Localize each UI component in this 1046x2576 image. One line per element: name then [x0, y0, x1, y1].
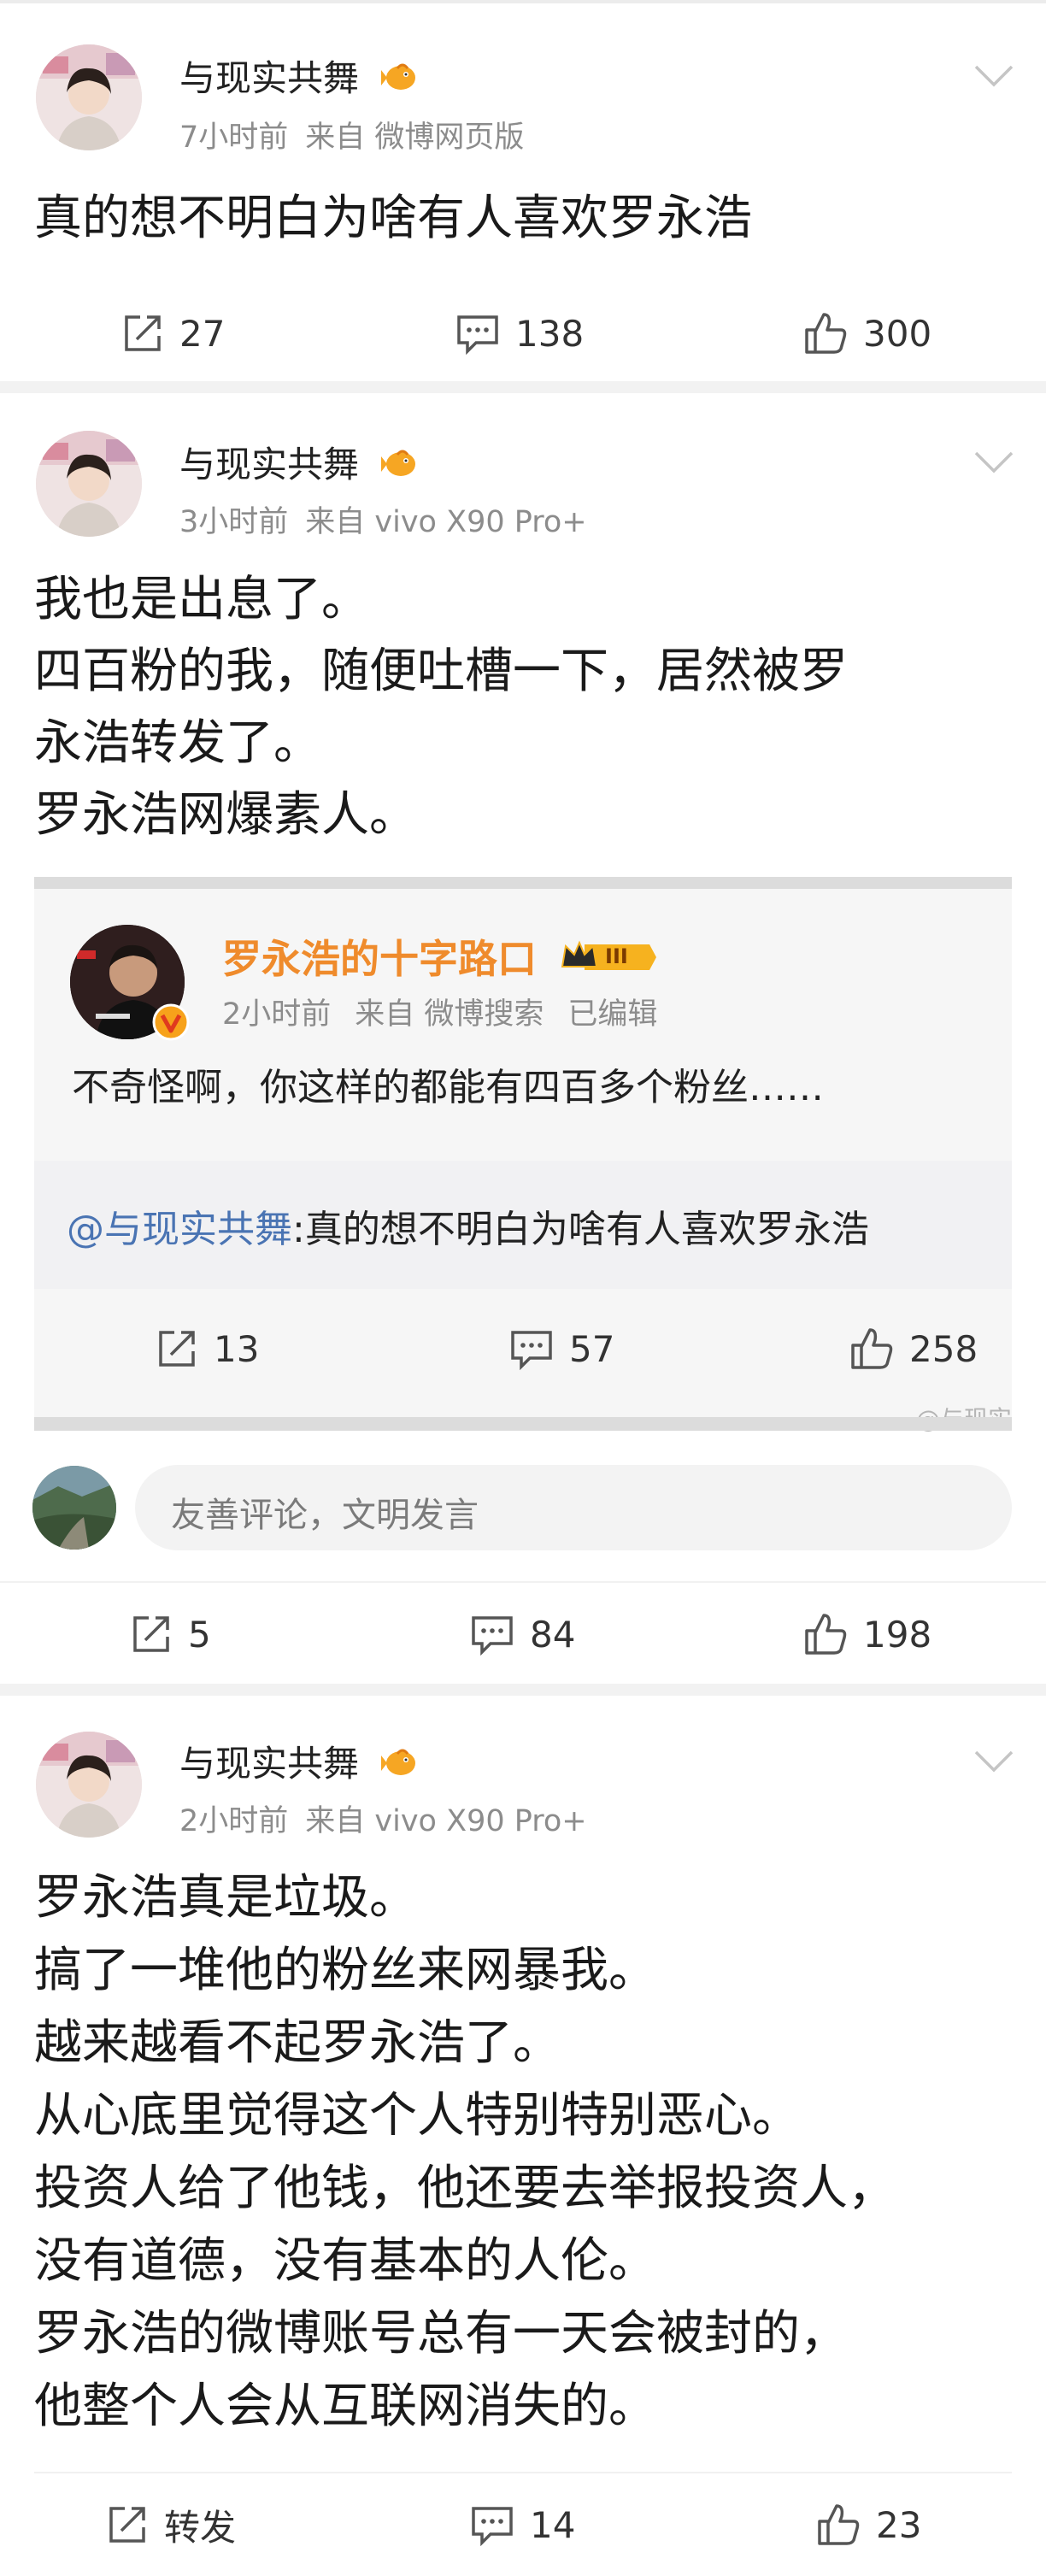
repost-label: 转发	[164, 2506, 237, 2549]
thumbs-up-icon	[805, 1614, 847, 1655]
post-time: 7小时前	[179, 121, 289, 155]
comment-count: 14	[530, 2503, 576, 2546]
post-3: 与现实共舞 2小时前 来自 vivo X90 Pro+ 罗永浩真是垃圾。 搞了一堆…	[0, 1696, 1046, 2574]
comment-icon	[472, 2507, 513, 2546]
repost-button[interactable]: 5	[130, 1583, 211, 1685]
post-time: 3小时前	[179, 505, 289, 539]
repost-meta: 2小时前 来自 微博搜索 已编辑	[222, 990, 681, 1033]
repost-source: 来自 微博搜索	[355, 997, 544, 1032]
post-1: 与现实共舞 7小时前 来自 微博网页版 真的想不明白为啥有人喜欢罗永浩 27 13…	[0, 3, 1046, 381]
like-count: 258	[909, 1327, 978, 1370]
post-text: 我也是出息了。 四百粉的我，随便吐槽一下，居然被罗 永浩转发了。 罗永浩网爆素人…	[34, 572, 848, 843]
repost-count: 27	[179, 312, 226, 355]
comment-count: 138	[515, 312, 585, 355]
repost-actions: 13 57 258	[34, 1289, 1012, 1417]
comment-button[interactable]: 84	[470, 1583, 575, 1685]
repost-repost-button[interactable]: 13	[156, 1289, 259, 1409]
post-actions: 27 138 300	[0, 282, 1046, 385]
comment-placeholder: 友善评论，文明发言	[171, 1496, 479, 1535]
post-meta: 3小时前 来自 vivo X90 Pro+	[179, 497, 604, 541]
repost-count: 13	[214, 1327, 260, 1370]
comment-input-row: 友善评论，文明发言	[0, 1456, 1046, 1559]
post-source: 来自 vivo X90 Pro+	[305, 1804, 587, 1838]
repost-icon	[133, 1616, 169, 1652]
repost-like-button[interactable]: 258	[849, 1289, 978, 1409]
username-text[interactable]: 与现实共舞	[179, 57, 359, 99]
like-button[interactable]: 198	[803, 1583, 931, 1685]
repost-username[interactable]: 罗永浩的十字路口 III	[222, 928, 658, 986]
original-post-quote[interactable]: @与现实共舞:真的想不明白为啥有人喜欢罗永浩	[34, 1161, 1012, 1289]
avatar[interactable]	[36, 44, 142, 150]
post-meta: 2小时前 来自 vivo X90 Pro+	[179, 1797, 604, 1840]
member-crown-icon: III	[559, 938, 658, 986]
post-actions: 5 84 198	[0, 1583, 1046, 1685]
username-text[interactable]: 与现实共舞	[179, 1743, 359, 1785]
chevron-down-icon[interactable]	[973, 450, 1015, 475]
repost-button[interactable]: 27	[121, 282, 225, 385]
repost-card[interactable]: 罗永浩的十字路口 III 2小时前 来自 微博搜索 已编辑 不奇怪啊，你这样的都能有…	[34, 877, 1012, 1433]
repost-icon	[125, 315, 161, 351]
like-count: 23	[876, 2503, 922, 2546]
thumbs-up-icon	[851, 1328, 893, 1369]
post-actions: 转发 14 23	[0, 2473, 1046, 2576]
repost-time: 2小时前	[222, 997, 332, 1032]
post-2: 与现实共舞 3小时前 来自 vivo X90 Pro+ 我也是出息了。 四百粉的我…	[0, 393, 1046, 1684]
repost-comment-button[interactable]: 57	[509, 1289, 614, 1409]
mention-link[interactable]: @与现实共舞	[67, 1208, 292, 1251]
like-button[interactable]: 23	[816, 2473, 921, 2576]
original-post-text: @与现实共舞:真的想不明白为啥有人喜欢罗永浩	[67, 1198, 869, 1253]
like-count: 198	[863, 1613, 932, 1656]
post-time: 2小时前	[179, 1804, 289, 1838]
edited-label: 已编辑	[567, 997, 658, 1032]
comment-count: 57	[569, 1327, 615, 1370]
chevron-down-icon[interactable]	[973, 63, 1015, 89]
my-avatar[interactable]	[32, 1466, 116, 1550]
fan-badge-icon	[380, 1745, 420, 1788]
post-source: 来自 微博网页版	[305, 121, 525, 155]
repost-icon	[109, 2507, 145, 2543]
post-divider	[0, 1684, 1046, 1696]
post-meta: 7小时前 来自 微博网页版	[179, 113, 541, 156]
repost-count: 5	[188, 1613, 211, 1656]
repost-icon	[159, 1331, 195, 1367]
comment-input[interactable]: 友善评论，文明发言	[135, 1465, 1012, 1550]
comment-button[interactable]: 14	[470, 2473, 575, 2576]
repost-text: 不奇怪啊，你这样的都能有四百多个粉丝……	[72, 1066, 824, 1109]
thumbs-up-icon	[818, 2504, 860, 2545]
post-text: 真的想不明白为啥有人喜欢罗永浩	[34, 191, 752, 246]
like-button[interactable]: 300	[803, 282, 931, 385]
like-count: 300	[863, 312, 932, 355]
chevron-down-icon[interactable]	[973, 1749, 1015, 1774]
repost-button[interactable]: 转发	[106, 2473, 236, 2576]
comment-icon	[457, 315, 498, 355]
repost-card-bottom-bar	[34, 1417, 1012, 1431]
avatar[interactable]	[36, 1732, 142, 1838]
fan-badge-icon	[380, 60, 420, 103]
comment-button[interactable]: 138	[455, 282, 584, 385]
comment-count: 84	[530, 1613, 576, 1656]
username[interactable]: 与现实共舞	[179, 436, 420, 489]
username[interactable]: 与现实共舞	[179, 50, 420, 103]
repost-card-top-border	[34, 877, 1012, 889]
avatar[interactable]	[36, 431, 142, 537]
username-text[interactable]: 与现实共舞	[179, 444, 359, 485]
post-source: 来自 vivo X90 Pro+	[305, 505, 587, 539]
username[interactable]: 与现实共舞	[179, 1735, 420, 1788]
fan-badge-icon	[380, 446, 420, 489]
thumbs-up-icon	[805, 313, 847, 354]
comment-icon	[472, 1616, 513, 1656]
comment-icon	[511, 1331, 552, 1370]
repost-username-text[interactable]: 罗永浩的十字路口	[222, 936, 537, 982]
original-post-body: :真的想不明白为啥有人喜欢罗永浩	[292, 1208, 869, 1251]
post-text: 罗永浩真是垃圾。 搞了一堆他的粉丝来网暴我。 越来越看不起罗永浩了。 从心底里觉…	[34, 1870, 896, 2434]
level-badge-text: III	[605, 944, 628, 968]
verified-icon	[152, 1003, 190, 1041]
